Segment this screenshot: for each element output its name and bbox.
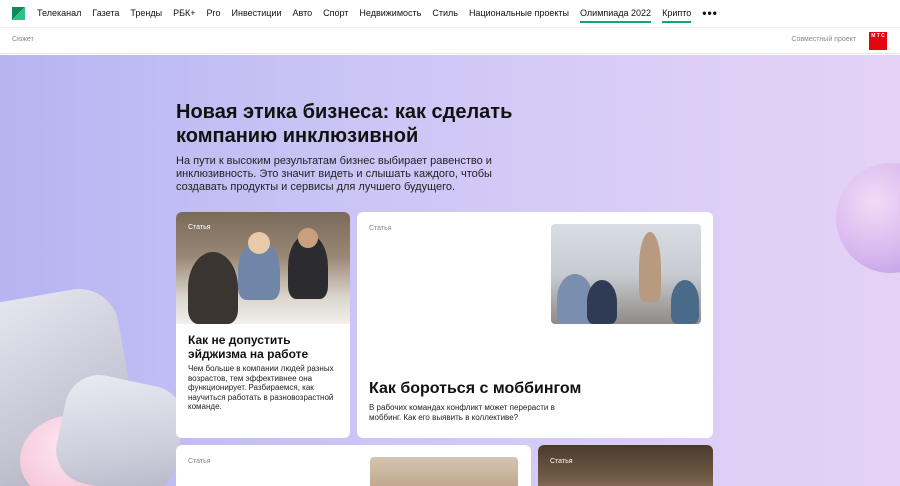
article-card-3[interactable]: Статья (176, 445, 531, 486)
nav-item-nedvizhimost[interactable]: Недвижимость (359, 0, 421, 27)
nav-item-kripto[interactable]: Крипто (662, 0, 692, 27)
page-description: На пути к высоким результатам бизнес выб… (176, 155, 492, 193)
story-label[interactable]: Сюжет (12, 36, 34, 43)
top-navigation: Телеканал Газета Тренды РБК+ Pro Инвести… (0, 0, 900, 27)
article-image (370, 457, 518, 486)
article-description: Чем больше в компании людей разных возра… (188, 364, 334, 411)
joint-project-label: Совместный проект (791, 36, 856, 43)
nav-item-nacproekty[interactable]: Национальные проекты (469, 0, 569, 27)
more-menu-icon[interactable]: ••• (702, 0, 718, 27)
nav-item-telekanal[interactable]: Телеканал (37, 0, 81, 27)
nav-item-trendy[interactable]: Тренды (130, 0, 162, 27)
article-card-mobbing[interactable]: Статья Как бороться с моббингом В рабочи… (357, 212, 713, 438)
article-tag: Статья (188, 458, 211, 465)
article-tag: Статья (369, 225, 392, 232)
article-title[interactable]: Как не допустить эйджизма на работе (188, 333, 338, 361)
story-bar: Сюжет Совместный проект М Т С (0, 27, 900, 54)
hero-section: Новая этика бизнеса: как сделать компани… (0, 55, 900, 486)
page-title: Новая этика бизнеса: как сделать компани… (176, 101, 513, 147)
nav-item-investicii[interactable]: Инвестиции (232, 0, 282, 27)
mts-logo-text: М Т С (871, 33, 885, 39)
rbc-logo-icon[interactable] (12, 7, 25, 20)
article-card-4[interactable]: Статья (538, 445, 713, 486)
article-image (551, 224, 701, 324)
decorative-sphere (836, 163, 900, 273)
article-tag: Статья (188, 224, 211, 231)
nav-item-gazeta[interactable]: Газета (92, 0, 119, 27)
nav-item-olimpiada[interactable]: Олимпиада 2022 (580, 0, 652, 27)
nav-item-avto[interactable]: Авто (292, 0, 312, 27)
mts-logo-icon[interactable]: М Т С (869, 32, 887, 50)
nav-item-stil[interactable]: Стиль (432, 0, 458, 27)
article-title[interactable]: Как бороться с моббингом (369, 380, 669, 398)
nav-item-pro[interactable]: Pro (206, 0, 220, 27)
article-image (538, 445, 713, 486)
article-tag: Статья (550, 458, 573, 465)
nav-item-rbc-plus[interactable]: РБК+ (173, 0, 195, 27)
article-card-ageism[interactable]: Статья Как не допустить эйджизма на рабо… (176, 212, 350, 438)
nav-item-sport[interactable]: Спорт (323, 0, 348, 27)
article-description: В рабочих командах конфликт может перера… (369, 403, 555, 422)
